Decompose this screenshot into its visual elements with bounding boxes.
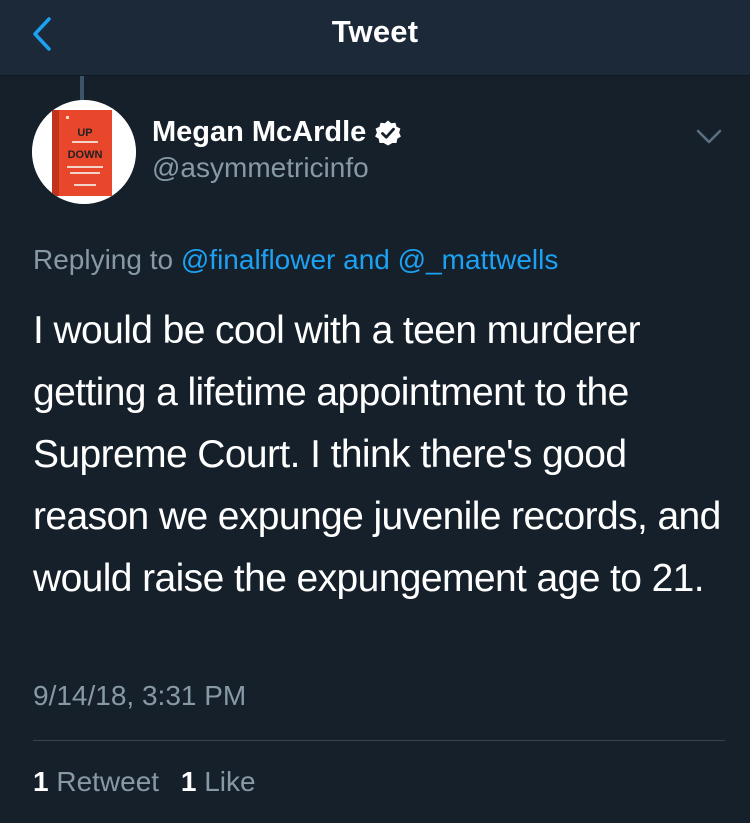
author-name[interactable]: Megan McArdle (152, 116, 402, 149)
retweets-label: Retweet (56, 766, 160, 797)
thread-connector-line (80, 76, 84, 100)
retweets-count: 1 (33, 766, 49, 797)
replying-to: Replying to @finalflower and @_mattwells (33, 244, 558, 276)
tweet-stats: 1 Retweet 1 Like (33, 766, 270, 798)
avatar-book-line1: UP (77, 127, 92, 139)
likes-stat[interactable]: 1 Like (181, 766, 256, 797)
reply-user-link-mattwells[interactable]: @_mattwells (398, 244, 559, 275)
reply-joiner[interactable]: and (343, 244, 390, 275)
chevron-down-icon[interactable] (694, 124, 724, 148)
retweets-stat[interactable]: 1 Retweet (33, 766, 159, 797)
divider (33, 740, 725, 741)
verified-badge-icon (375, 120, 402, 145)
likes-count: 1 (180, 766, 197, 797)
book-cover-avatar-image: UP DOWN (32, 100, 136, 204)
author-name-text: Megan McArdle (152, 116, 367, 148)
author-handle[interactable]: @asymmetricinfo (152, 152, 369, 184)
avatar[interactable]: UP DOWN (32, 100, 136, 204)
nav-bar: Tweet (0, 0, 750, 76)
likes-label: Like (204, 766, 256, 797)
page-title: Tweet (331, 14, 419, 49)
replying-to-prefix: Replying to (33, 244, 174, 275)
tweet-timestamp[interactable]: 9/14/18, 3:31 PM (33, 680, 246, 712)
reply-user-link-finalflower[interactable]: @finalflower (181, 244, 335, 275)
avatar-book-line2: DOWN (68, 149, 103, 161)
tweet-text: I would be cool with a teen murderer get… (33, 309, 721, 600)
